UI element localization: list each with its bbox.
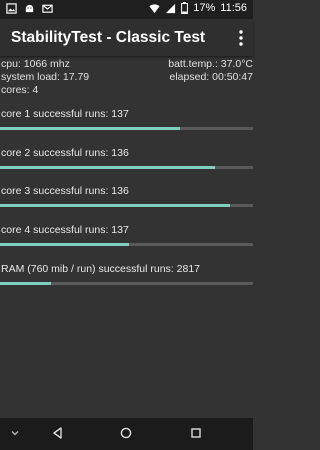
elapsed-time: elapsed: 00:50:47 (169, 71, 254, 83)
ram-runs-label: RAM (760 mib / run) successful runs: 281… (1, 263, 200, 275)
core-3-progress-bar (0, 204, 253, 207)
core-2-progress-fill (0, 166, 216, 169)
core-4-progress-fill (0, 243, 130, 246)
navigation-bar (0, 418, 253, 450)
app-bar: StabilityTest - Classic Test (0, 19, 253, 56)
overflow-menu-icon[interactable] (235, 28, 247, 48)
core-2-progress-bar (0, 166, 253, 169)
wifi-icon (149, 3, 160, 13)
battery-percent: 17% (193, 2, 216, 14)
cpu-frequency: cpu: 1066 mhz (1, 58, 70, 70)
battery-icon (181, 2, 189, 14)
battery-temperature: batt.temp.: 37.0°C (168, 58, 253, 70)
recents-icon[interactable] (189, 426, 203, 440)
core-1-progress-fill (0, 127, 180, 130)
hide-keyboard-icon[interactable] (8, 426, 22, 440)
android-icon (25, 4, 34, 13)
gmail-icon (42, 4, 53, 13)
system-load: system load: 17.79 (1, 71, 90, 83)
core-3-runs-label: core 3 successful runs: 136 (1, 185, 129, 197)
gallery-icon (6, 3, 17, 14)
back-icon[interactable] (51, 426, 65, 440)
clock: 11:56 (220, 2, 247, 14)
core-1-runs-label: core 1 successful runs: 137 (1, 108, 129, 120)
status-bar-system: 17% 11:56 (149, 2, 247, 14)
home-icon[interactable] (119, 426, 133, 440)
core-3-progress-fill (0, 204, 231, 207)
core-2-runs-label: core 2 successful runs: 136 (1, 147, 129, 159)
cores-count: cores: 4 (1, 84, 39, 96)
signal-icon (166, 3, 176, 13)
core-1-progress-bar (0, 127, 253, 130)
core-4-runs-label: core 4 successful runs: 137 (1, 224, 129, 236)
ram-progress-bar (0, 282, 253, 285)
ram-progress-fill (0, 282, 51, 285)
status-bar-notifications (6, 3, 53, 14)
core-4-progress-bar (0, 243, 253, 246)
app-title: StabilityTest - Classic Test (11, 29, 206, 46)
status-bar: 17% 11:56 (0, 0, 253, 19)
